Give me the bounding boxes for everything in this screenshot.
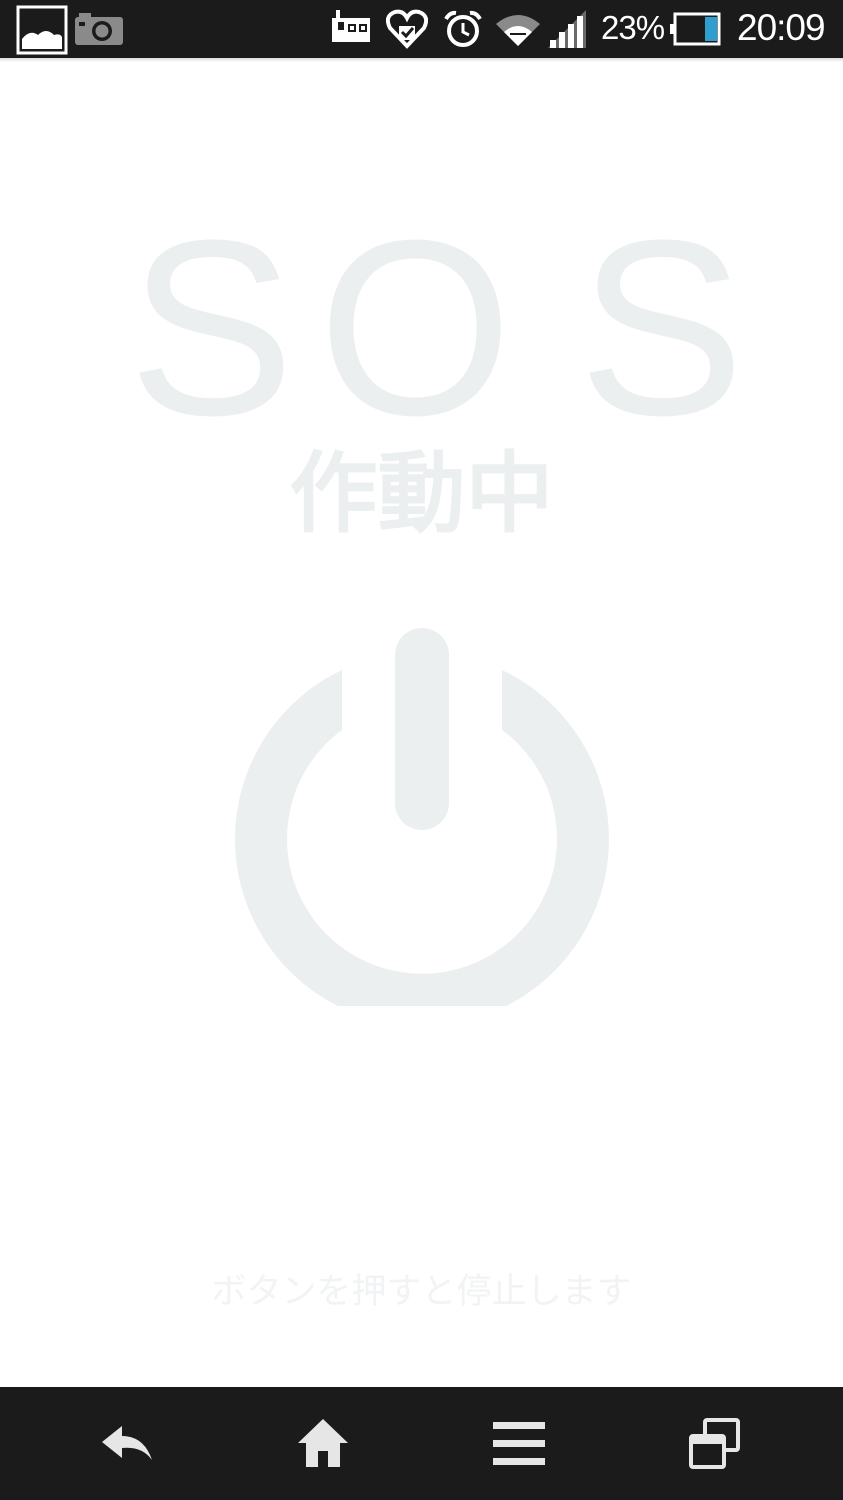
menu-button[interactable] [459, 1387, 579, 1500]
gallery-icon[interactable] [16, 5, 68, 63]
camera-icon[interactable] [74, 12, 124, 70]
menu-icon [493, 1421, 545, 1465]
sos-letter: O [318, 188, 513, 467]
cell-signal-icon [548, 10, 588, 68]
clock: 20:09 [737, 7, 826, 48]
tv-icon [330, 10, 372, 68]
screen: 23% 20:09 S O S 作動中 ボタンを押すと停止します [0, 0, 843, 1500]
back-icon [102, 1425, 152, 1460]
sos-letter: S [128, 188, 295, 467]
home-button[interactable] [263, 1387, 383, 1500]
stop-hint: ボタンを押すと停止します [211, 1272, 632, 1312]
power-icon [235, 628, 610, 1027]
navigation-bar [0, 1387, 843, 1500]
back-button[interactable] [68, 1387, 188, 1500]
sos-letter: S [578, 188, 745, 467]
battery-percent: 23% [601, 9, 665, 46]
recent-apps-button[interactable] [655, 1387, 775, 1500]
status-bar: 23% 20:09 [0, 0, 843, 62]
heart-check-icon [386, 8, 428, 66]
power-button[interactable] [233, 628, 611, 1027]
alarm-icon [444, 10, 482, 68]
battery-icon [670, 12, 722, 70]
home-icon [298, 1418, 348, 1467]
recent-apps-icon [689, 1417, 740, 1469]
wifi-icon [496, 12, 540, 70]
status-label: 作動中 [289, 442, 554, 545]
